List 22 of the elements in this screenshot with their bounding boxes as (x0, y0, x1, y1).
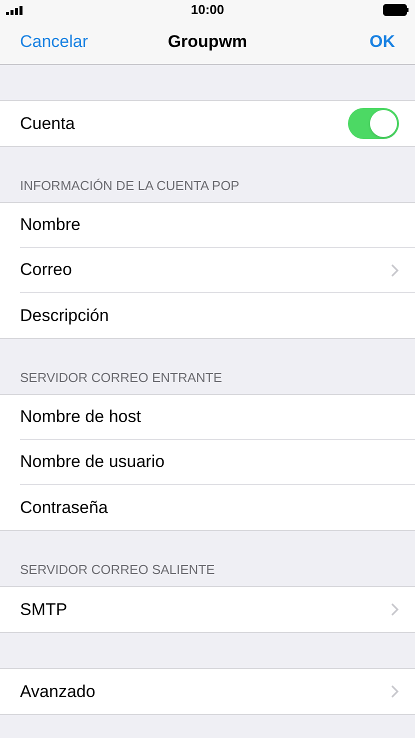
row-label: Avanzado (20, 680, 96, 703)
chevron-icon (391, 685, 399, 698)
nav-title: Groupwm (168, 31, 248, 54)
row-label: Descripción (20, 304, 110, 327)
row-label: SMTP (20, 598, 68, 621)
account-toggle[interactable] (348, 108, 399, 139)
section-header: SERVIDOR CORREO ENTRANTE (20, 368, 222, 386)
signal-icon (6, 6, 23, 14)
cancel-button[interactable]: Cancelar (20, 29, 88, 55)
row-label: Nombre (20, 214, 82, 236)
section-header: SERVIDOR CORREO SALIENTE (20, 560, 215, 578)
chevron-icon (391, 264, 399, 276)
section-header: INFORMACIÓN DE LA CUENTA POP (20, 176, 240, 194)
row-label: Nombre de host (20, 406, 142, 428)
row-label: Contraseña (20, 496, 109, 519)
row-label: Nombre de usuario (20, 451, 166, 474)
ok-button[interactable]: OK (370, 29, 395, 55)
status-time: 10:00 (190, 1, 224, 20)
row-label: Correo (20, 259, 73, 282)
battery-icon (383, 4, 409, 16)
row-label: Cuenta (20, 112, 76, 135)
chevron-icon (391, 603, 399, 616)
